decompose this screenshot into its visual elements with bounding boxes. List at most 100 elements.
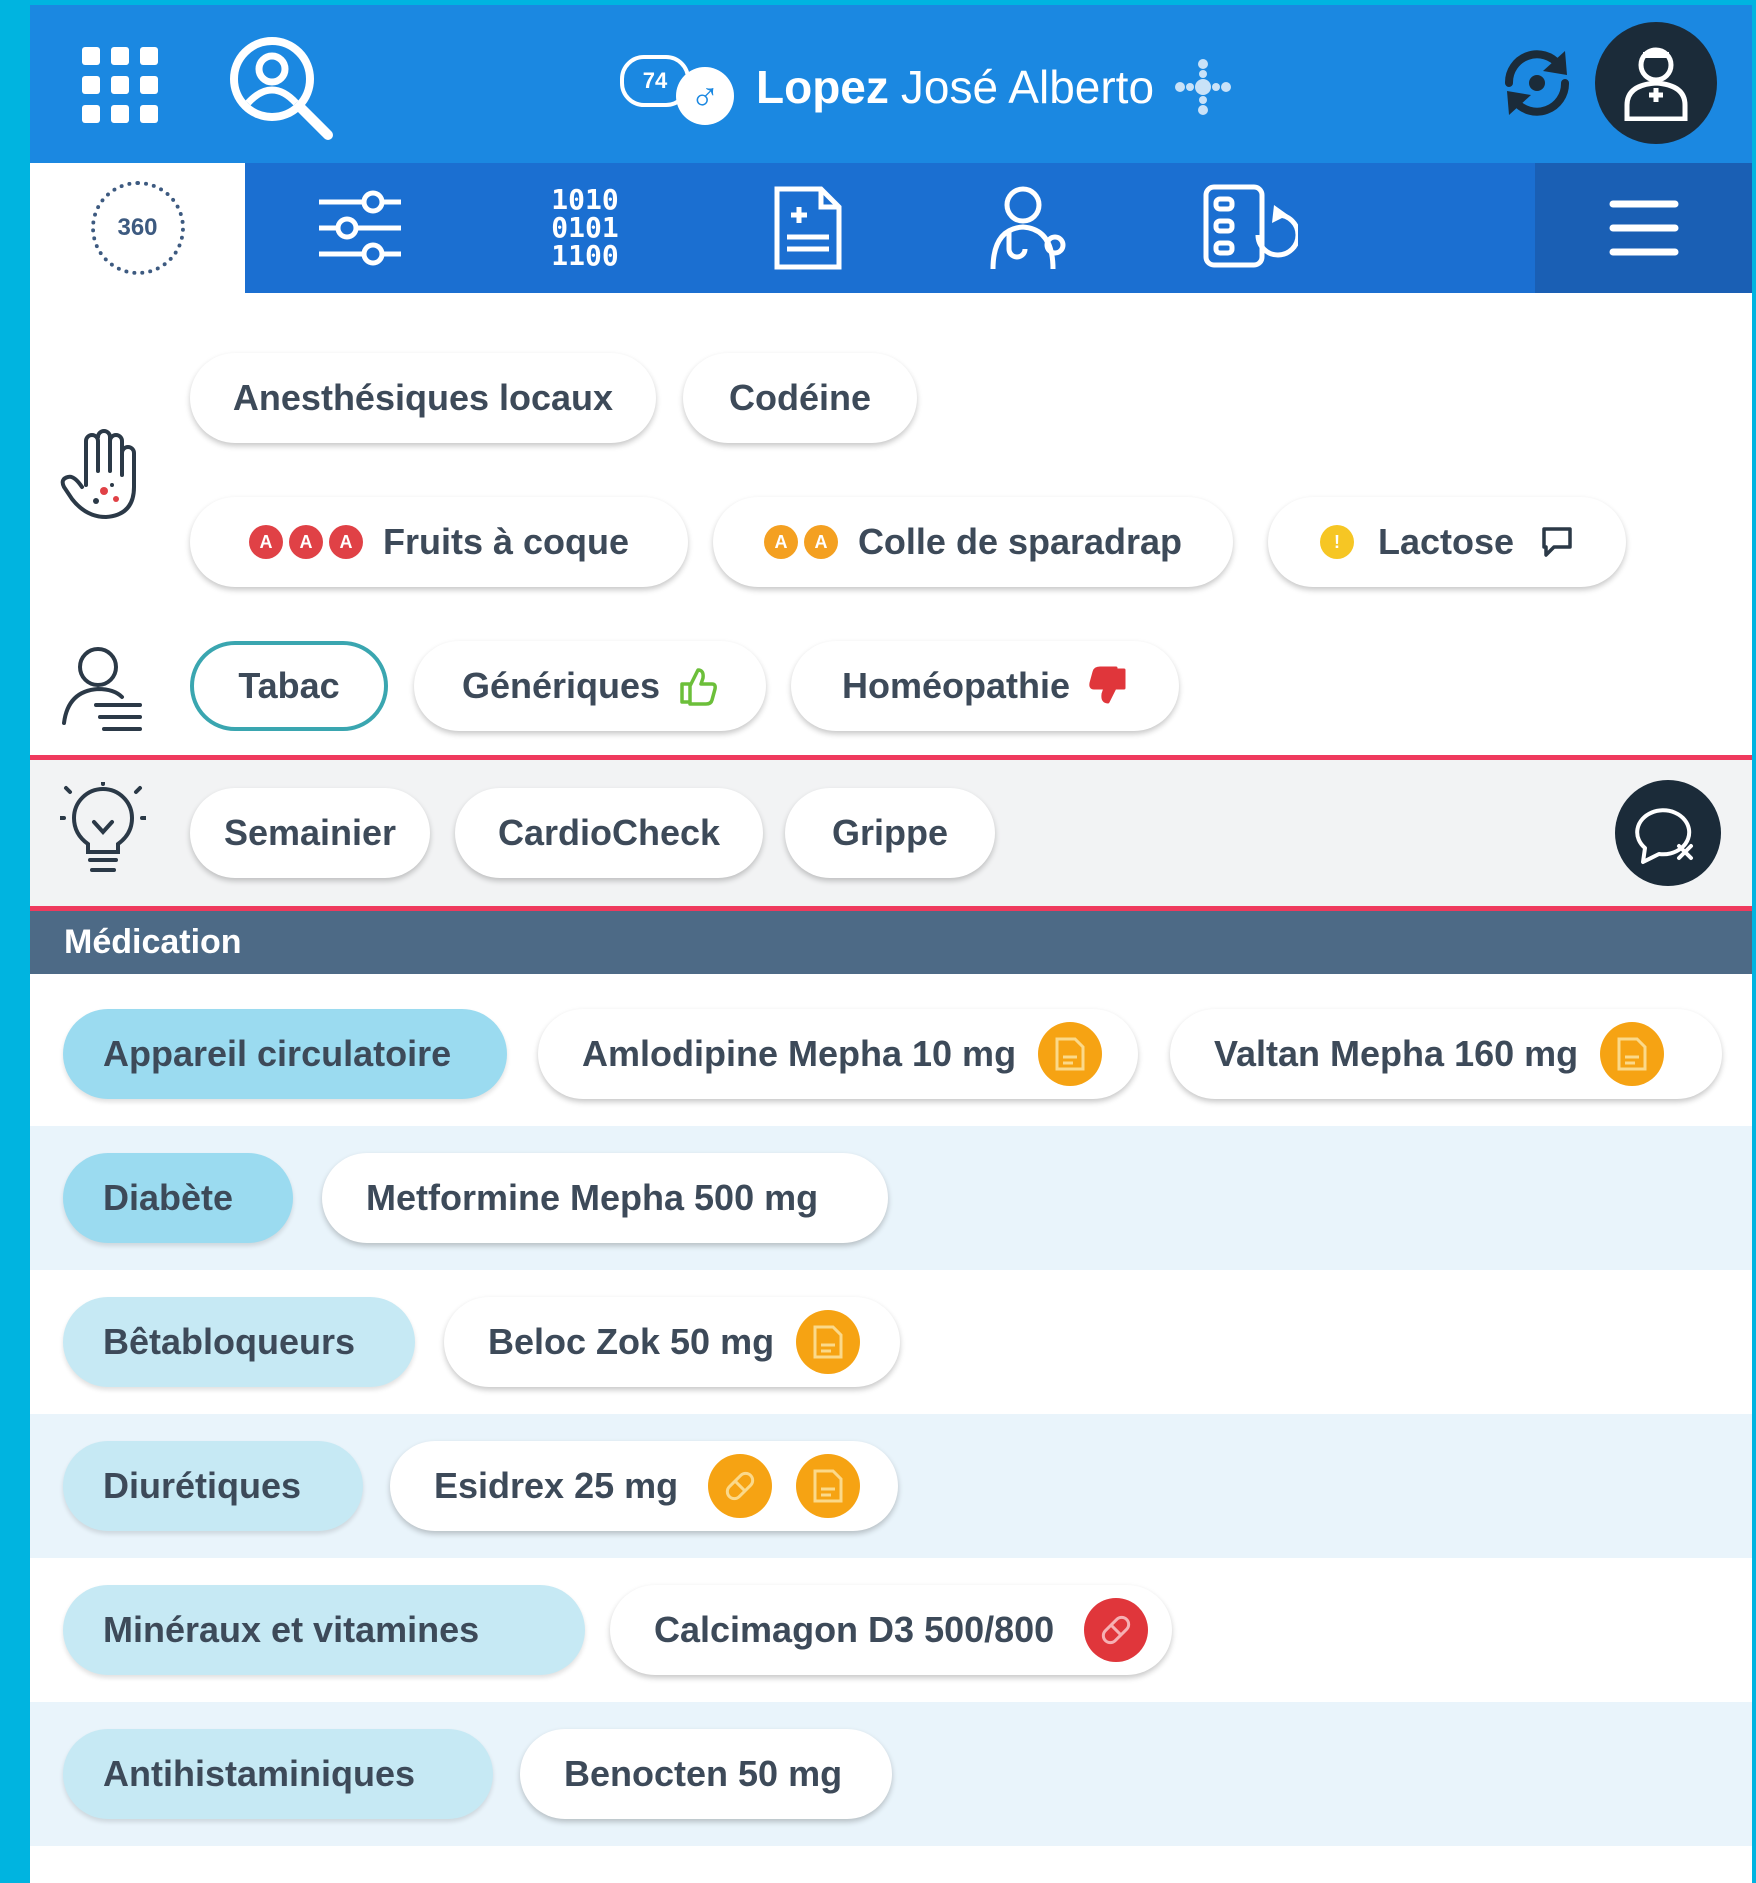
apps-grid-icon[interactable]	[82, 47, 158, 123]
drug-name: Beloc Zok 50 mg	[488, 1321, 775, 1362]
category-label: Bêtabloqueurs	[103, 1321, 356, 1362]
medication-category-chip[interactable]: Diurétiques	[63, 1441, 363, 1531]
allergy-hand-icon	[60, 425, 144, 526]
allergy-chip[interactable]: Anesthésiques locaux	[190, 353, 656, 443]
allergy-chip-lactose[interactable]: ! Lactose	[1268, 497, 1626, 587]
allergy-label: Codéine	[728, 377, 871, 418]
medication-chip[interactable]: Esidrex 25 mg	[390, 1441, 898, 1531]
suggestion-label: CardioCheck	[497, 812, 721, 853]
prescription-icon[interactable]	[796, 1454, 861, 1518]
suggestion-label: Semainier	[223, 812, 397, 853]
allergy-chip[interactable]: Codéine	[683, 353, 917, 443]
person-preferences-icon	[60, 645, 144, 742]
preference-chip-tabac[interactable]: Tabac	[190, 641, 388, 731]
idea-lightbulb-icon	[58, 780, 148, 883]
binary-code-icon: 1010 0101 1100	[551, 183, 619, 272]
medication-chip[interactable]: Metformine Mepha 500 mg	[322, 1153, 888, 1243]
category-label: Appareil circulatoire	[103, 1033, 452, 1074]
medication-category-chip[interactable]: Antihistaminiques	[63, 1729, 493, 1819]
severity-badge: A	[803, 525, 838, 559]
allergy-label: Anesthésiques locaux	[232, 377, 614, 418]
drug-name: Esidrex 25 mg	[434, 1465, 679, 1506]
medication-category-chip[interactable]: Bêtabloqueurs	[63, 1297, 415, 1387]
sync-icon[interactable]	[1495, 41, 1579, 125]
prescription-icon[interactable]	[796, 1310, 861, 1374]
tab-settings-sliders[interactable]	[300, 163, 420, 293]
pill-icon[interactable]	[708, 1454, 773, 1518]
medication-category-chip[interactable]: Appareil circulatoire	[63, 1009, 507, 1099]
module-nav: 360 1010 0101 1100	[30, 163, 1752, 293]
patient-identity: 74 ♂ Lopez José Alberto	[620, 47, 1234, 127]
patient-search-icon[interactable]	[226, 33, 336, 143]
tab-360-overview[interactable]: 360	[30, 163, 245, 293]
suggestion-chip[interactable]: CardioCheck	[455, 788, 763, 878]
prescription-icon[interactable]	[1038, 1022, 1103, 1086]
allergy-chip-fruits[interactable]: A A A Fruits à coque	[190, 497, 688, 587]
suggestion-chip[interactable]: Grippe	[785, 788, 995, 878]
chat-close-icon	[1635, 808, 1693, 864]
medication-section-header: Médication	[30, 911, 1752, 974]
category-label: Minéraux et vitamines	[103, 1609, 480, 1650]
thumbs-up-icon	[678, 666, 718, 706]
medication-category-chip[interactable]: Diabète	[63, 1153, 293, 1243]
comment-icon[interactable]	[1540, 525, 1574, 559]
drug-name: Metformine Mepha 500 mg	[366, 1177, 819, 1218]
medication-row: Minéraux et vitamines Calcimagon D3 500/…	[30, 1558, 1752, 1702]
suggestion-chip[interactable]: Semainier	[190, 788, 430, 878]
medication-chip[interactable]: Beloc Zok 50 mg	[444, 1297, 900, 1387]
suggestions-bar: Semainier CardioCheck Grippe	[30, 755, 1752, 911]
male-sex-icon: ♂	[676, 67, 734, 125]
drug-name: Benocten 50 mg	[564, 1753, 843, 1794]
preference-chip-homeopathie[interactable]: Homéopathie	[791, 641, 1179, 731]
category-label: Antihistaminiques	[103, 1753, 416, 1794]
checklist-refresh-icon	[1203, 184, 1298, 268]
prescription-icon[interactable]	[1600, 1022, 1665, 1086]
severity-badge: A	[288, 525, 323, 559]
severity-badge: A	[763, 525, 798, 559]
menu-button[interactable]	[1535, 163, 1752, 293]
category-label: Diabète	[103, 1177, 234, 1218]
sliders-icon	[319, 190, 401, 266]
close-chat-button[interactable]	[1615, 780, 1721, 886]
medication-chip[interactable]: Calcimagon D3 500/800	[610, 1585, 1172, 1675]
tab-binary-data[interactable]: 1010 0101 1100	[525, 163, 645, 293]
app-window: 74 ♂ Lopez José Alberto 360 1010 0101 11…	[30, 5, 1752, 1883]
medication-row: Bêtabloqueurs Beloc Zok 50 mg	[30, 1270, 1752, 1414]
medication-chip[interactable]: Amlodipine Mepha 10 mg	[538, 1009, 1138, 1099]
medical-document-icon	[774, 186, 842, 270]
suggestion-label: Grippe	[831, 812, 948, 853]
allergy-chip-sparadrap[interactable]: A A Colle de sparadrap	[713, 497, 1233, 587]
category-label: Diurétiques	[103, 1465, 302, 1506]
hamburger-menu-icon	[1609, 200, 1678, 256]
pill-icon[interactable]	[1084, 1598, 1149, 1662]
section-title: Médication	[64, 923, 242, 961]
top-bar: 74 ♂ Lopez José Alberto	[30, 5, 1752, 163]
tab-consultation[interactable]	[960, 163, 1100, 293]
drug-name: Calcimagon D3 500/800	[654, 1609, 1055, 1650]
severity-badge: A	[328, 525, 363, 559]
patient-network-icon[interactable]	[1172, 56, 1234, 118]
drug-name: Amlodipine Mepha 10 mg	[582, 1033, 1017, 1074]
medication-row: Appareil circulatoire Amlodipine Mepha 1…	[30, 982, 1752, 1126]
patient-age-badge: 74 ♂	[620, 47, 750, 127]
warning-badge: !	[1319, 525, 1354, 559]
patient-last-name: Lopez	[756, 61, 889, 113]
medication-chip[interactable]: Valtan Mepha 160 mg	[1170, 1009, 1722, 1099]
tab-medication-review[interactable]	[1180, 163, 1320, 293]
patient-first-names: José Alberto	[900, 61, 1155, 113]
preference-label: Homéopathie	[841, 665, 1071, 706]
medication-row: Diurétiques Esidrex 25 mg	[30, 1414, 1752, 1558]
thumbs-down-icon	[1088, 666, 1128, 706]
tab-documents[interactable]	[748, 163, 868, 293]
medication-category-chip[interactable]: Minéraux et vitamines	[63, 1585, 585, 1675]
medication-row: Diabète Metformine Mepha 500 mg	[30, 1126, 1752, 1270]
allergy-label: Colle de sparadrap	[857, 521, 1183, 562]
allergy-label: Lactose	[1377, 521, 1515, 562]
doctor-stethoscope-icon	[990, 186, 1066, 270]
tab-360-label: 360	[117, 214, 158, 241]
overview-360-icon: 360	[90, 181, 185, 275]
preference-chip-generiques[interactable]: Génériques	[414, 641, 766, 731]
medication-chip[interactable]: Benocten 50 mg	[520, 1729, 892, 1819]
medication-row: Antihistaminiques Benocten 50 mg	[30, 1702, 1752, 1846]
doctor-avatar-icon[interactable]	[1595, 22, 1717, 144]
